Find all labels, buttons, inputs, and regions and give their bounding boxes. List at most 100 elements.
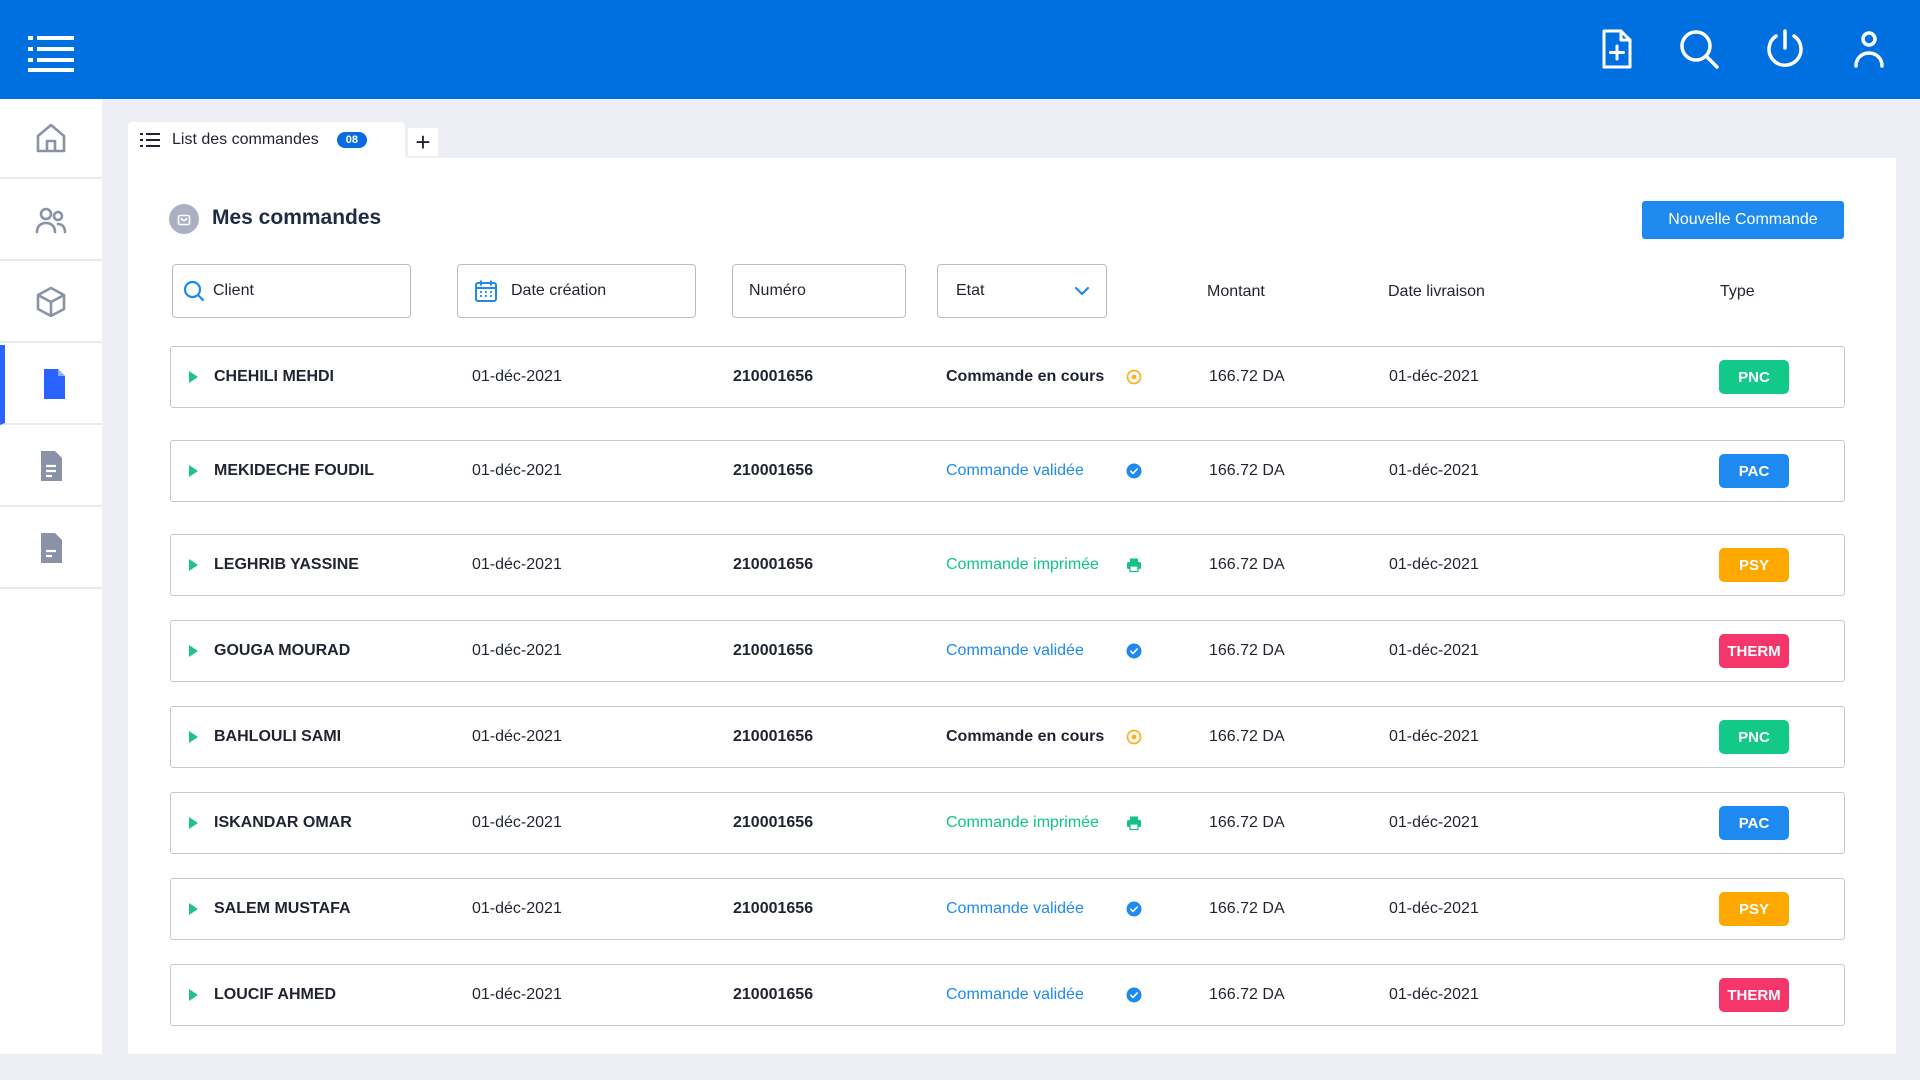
tab-orders-list[interactable]: List des commandes 08 xyxy=(128,122,405,158)
etat-label: Etat xyxy=(956,282,985,299)
order-amount: 166.72 DA xyxy=(1209,462,1285,479)
sidebar-item-invoices[interactable] xyxy=(0,427,102,507)
page-title: Mes commandes xyxy=(212,206,382,229)
check-circle-icon xyxy=(1126,901,1142,917)
shopping-bag-icon xyxy=(169,204,199,234)
expand-caret-icon[interactable] xyxy=(189,903,198,915)
date-creation-label: Date création xyxy=(511,282,607,299)
creation-date: 01-déc-2021 xyxy=(472,556,562,573)
search-icon[interactable] xyxy=(1678,28,1720,70)
creation-date: 01-déc-2021 xyxy=(472,814,562,831)
menu-icon[interactable] xyxy=(28,33,74,73)
creation-date: 01-déc-2021 xyxy=(472,462,562,479)
creation-date: 01-déc-2021 xyxy=(472,728,562,745)
expand-caret-icon[interactable] xyxy=(189,559,198,571)
user-icon[interactable] xyxy=(1848,28,1890,70)
order-amount: 166.72 DA xyxy=(1209,900,1285,917)
clock-icon xyxy=(1126,729,1142,745)
table-row[interactable]: ISKANDAR OMAR 01-déc-2021 210001656 Comm… xyxy=(170,792,1845,854)
expand-caret-icon[interactable] xyxy=(189,465,198,477)
creation-date: 01-déc-2021 xyxy=(472,900,562,917)
type-badge: PAC xyxy=(1719,806,1789,840)
type-badge: PAC xyxy=(1719,454,1789,488)
expand-caret-icon[interactable] xyxy=(189,989,198,1001)
sidebar-item-products[interactable] xyxy=(0,263,102,343)
add-tab-button[interactable]: + xyxy=(408,128,438,156)
order-amount: 166.72 DA xyxy=(1209,368,1285,385)
client-name: LEGHRIB YASSINE xyxy=(214,556,359,573)
delivery-date: 01-déc-2021 xyxy=(1389,368,1479,385)
client-name: LOUCIF AHMED xyxy=(214,986,337,1003)
type-badge: PSY xyxy=(1719,892,1789,926)
order-number: 210001656 xyxy=(733,556,814,573)
table-row[interactable]: SALEM MUSTAFA 01-déc-2021 210001656 Comm… xyxy=(170,878,1845,940)
expand-caret-icon[interactable] xyxy=(189,731,198,743)
home-icon xyxy=(36,123,66,153)
table-row[interactable]: CHEHILI MEHDI 01-déc-2021 210001656 Comm… xyxy=(170,346,1845,408)
table-row[interactable]: MEKIDECHE FOUDIL 01-déc-2021 210001656 C… xyxy=(170,440,1845,502)
numero-filter[interactable] xyxy=(732,264,906,318)
orders-panel: Mes commandes Nouvelle Commande Date cré… xyxy=(128,158,1896,1054)
delivery-date: 01-déc-2021 xyxy=(1389,642,1479,659)
client-search-input[interactable] xyxy=(213,282,410,300)
type-header[interactable]: Type xyxy=(1720,283,1755,301)
type-badge: THERM xyxy=(1719,978,1789,1012)
etat-select[interactable]: Etat xyxy=(937,264,1107,318)
order-status: Commande en cours xyxy=(946,728,1105,745)
type-badge: PNC xyxy=(1719,720,1789,754)
tab-count-badge: 08 xyxy=(336,132,367,148)
client-filter[interactable] xyxy=(172,264,411,318)
document-icon xyxy=(43,369,65,399)
order-number: 210001656 xyxy=(733,814,814,831)
order-number: 210001656 xyxy=(733,462,814,479)
check-circle-icon xyxy=(1126,987,1142,1003)
creation-date: 01-déc-2021 xyxy=(472,986,562,1003)
creation-date: 01-déc-2021 xyxy=(472,642,562,659)
numero-input[interactable] xyxy=(749,282,905,300)
order-status: Commande en cours xyxy=(946,368,1105,385)
new-document-icon[interactable] xyxy=(1596,28,1638,70)
type-badge: THERM xyxy=(1719,634,1789,668)
table-row[interactable]: LEGHRIB YASSINE 01-déc-2021 210001656 Co… xyxy=(170,534,1845,596)
file-text-icon xyxy=(41,451,62,481)
table-row[interactable]: BAHLOULI SAMI 01-déc-2021 210001656 Comm… xyxy=(170,706,1845,768)
sidebar-item-reports[interactable] xyxy=(0,509,102,589)
order-amount: 166.72 DA xyxy=(1209,556,1285,573)
delivery-date: 01-déc-2021 xyxy=(1389,728,1479,745)
client-name: BAHLOULI SAMI xyxy=(214,728,342,745)
top-bar xyxy=(0,0,1920,99)
order-amount: 166.72 DA xyxy=(1209,642,1285,659)
client-name: GOUGA MOURAD xyxy=(214,642,351,659)
delivery-date: 01-déc-2021 xyxy=(1389,556,1479,573)
power-icon[interactable] xyxy=(1764,28,1806,70)
chevron-down-icon xyxy=(1074,286,1090,296)
client-name: CHEHILI MEHDI xyxy=(214,368,334,385)
file-lines-icon xyxy=(41,533,62,563)
expand-caret-icon[interactable] xyxy=(189,371,198,383)
table-row[interactable]: LOUCIF AHMED 01-déc-2021 210001656 Comma… xyxy=(170,964,1845,1026)
new-order-button[interactable]: Nouvelle Commande xyxy=(1642,201,1844,239)
clock-icon xyxy=(1126,369,1142,385)
order-number: 210001656 xyxy=(733,642,814,659)
delivery-date: 01-déc-2021 xyxy=(1389,900,1479,917)
order-amount: 166.72 DA xyxy=(1209,814,1285,831)
type-badge: PNC xyxy=(1719,360,1789,394)
order-amount: 166.72 DA xyxy=(1209,728,1285,745)
order-number: 210001656 xyxy=(733,986,814,1003)
expand-caret-icon[interactable] xyxy=(189,817,198,829)
table-row[interactable]: GOUGA MOURAD 01-déc-2021 210001656 Comma… xyxy=(170,620,1845,682)
montant-header[interactable]: Montant xyxy=(1207,283,1265,301)
sidebar-item-clients[interactable] xyxy=(0,181,102,261)
sidebar xyxy=(0,99,102,1054)
client-name: MEKIDECHE FOUDIL xyxy=(214,462,374,479)
date-creation-filter[interactable]: Date création xyxy=(457,264,696,318)
order-status: Commande validée xyxy=(946,986,1084,1003)
order-number: 210001656 xyxy=(733,900,814,917)
check-circle-icon xyxy=(1126,643,1142,659)
box-icon xyxy=(36,286,66,318)
expand-caret-icon[interactable] xyxy=(189,645,198,657)
date-livraison-header[interactable]: Date livraison xyxy=(1388,283,1485,301)
sidebar-item-home[interactable] xyxy=(0,99,102,179)
sidebar-item-orders[interactable] xyxy=(0,345,102,425)
order-status: Commande imprimée xyxy=(946,556,1099,573)
